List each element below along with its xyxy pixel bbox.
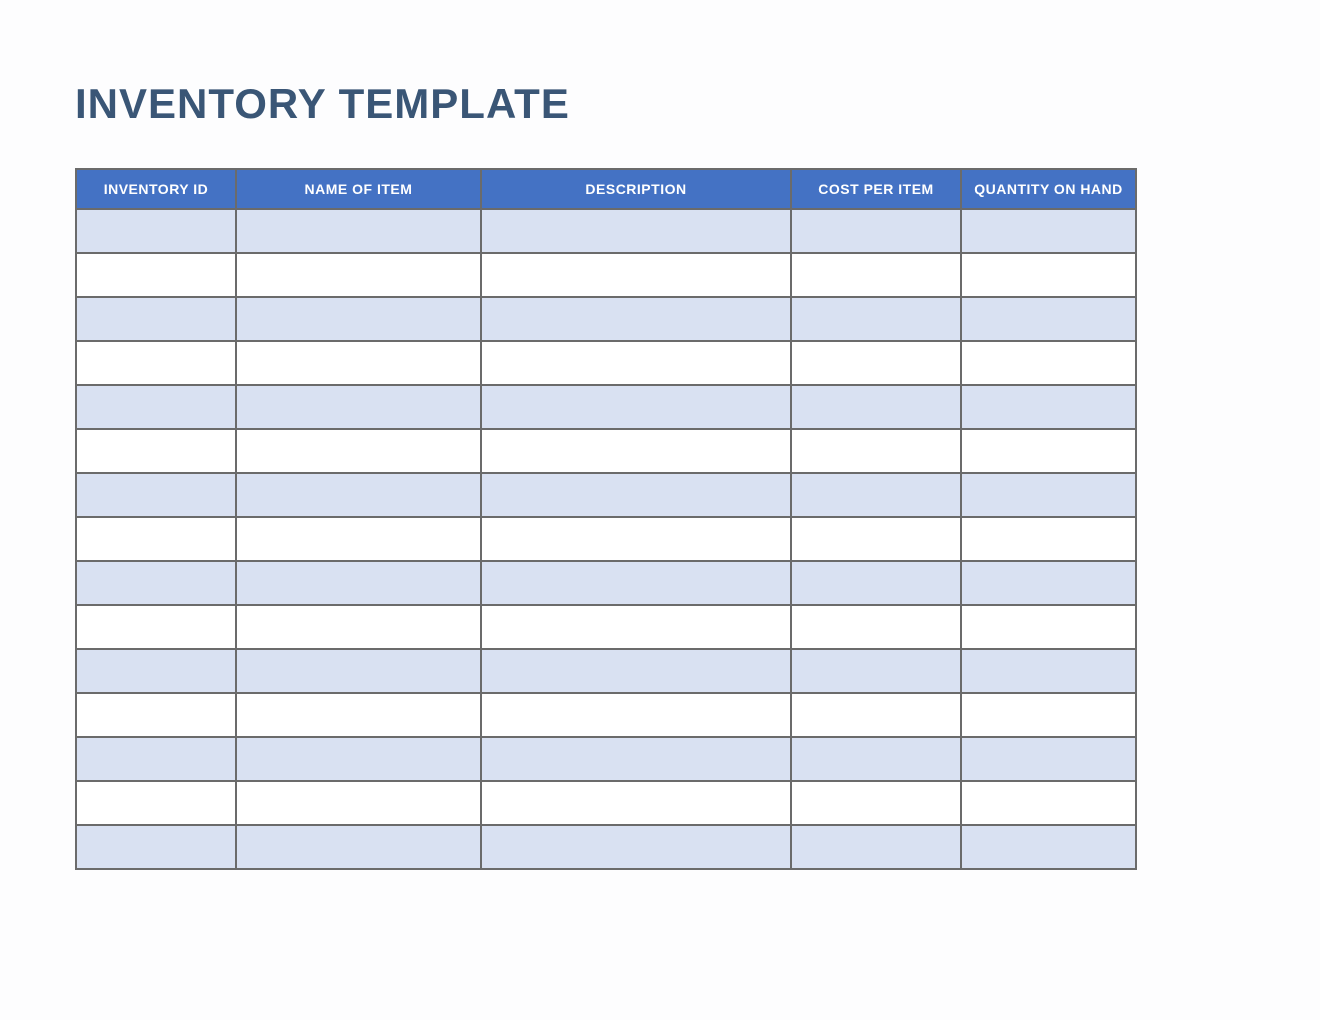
- cell-cost_per_item[interactable]: [791, 429, 961, 473]
- cell-cost_per_item[interactable]: [791, 649, 961, 693]
- cell-description[interactable]: [481, 209, 791, 253]
- table-row: [76, 385, 1136, 429]
- cell-cost_per_item[interactable]: [791, 253, 961, 297]
- cell-description[interactable]: [481, 561, 791, 605]
- cell-name_of_item[interactable]: [236, 693, 481, 737]
- cell-name_of_item[interactable]: [236, 209, 481, 253]
- cell-description[interactable]: [481, 253, 791, 297]
- cell-inventory_id[interactable]: [76, 341, 236, 385]
- cell-cost_per_item[interactable]: [791, 341, 961, 385]
- cell-description[interactable]: [481, 737, 791, 781]
- cell-quantity_on_hand[interactable]: [961, 781, 1136, 825]
- cell-quantity_on_hand[interactable]: [961, 341, 1136, 385]
- cell-cost_per_item[interactable]: [791, 209, 961, 253]
- cell-name_of_item[interactable]: [236, 341, 481, 385]
- cell-name_of_item[interactable]: [236, 297, 481, 341]
- cell-description[interactable]: [481, 297, 791, 341]
- cell-description[interactable]: [481, 649, 791, 693]
- col-header-description: DESCRIPTION: [481, 169, 791, 209]
- cell-description[interactable]: [481, 605, 791, 649]
- cell-inventory_id[interactable]: [76, 605, 236, 649]
- cell-description[interactable]: [481, 429, 791, 473]
- cell-inventory_id[interactable]: [76, 693, 236, 737]
- cell-quantity_on_hand[interactable]: [961, 825, 1136, 869]
- table-row: [76, 605, 1136, 649]
- table-row: [76, 209, 1136, 253]
- page-title: INVENTORY TEMPLATE: [75, 80, 1245, 128]
- cell-name_of_item[interactable]: [236, 825, 481, 869]
- cell-name_of_item[interactable]: [236, 385, 481, 429]
- cell-name_of_item[interactable]: [236, 429, 481, 473]
- cell-quantity_on_hand[interactable]: [961, 385, 1136, 429]
- cell-inventory_id[interactable]: [76, 429, 236, 473]
- table-row: [76, 781, 1136, 825]
- table-body: [76, 209, 1136, 869]
- cell-inventory_id[interactable]: [76, 649, 236, 693]
- cell-inventory_id[interactable]: [76, 385, 236, 429]
- cell-quantity_on_hand[interactable]: [961, 297, 1136, 341]
- cell-cost_per_item[interactable]: [791, 781, 961, 825]
- cell-cost_per_item[interactable]: [791, 473, 961, 517]
- col-header-quantity-on-hand: QUANTITY ON HAND: [961, 169, 1136, 209]
- col-header-cost-per-item: COST PER ITEM: [791, 169, 961, 209]
- cell-name_of_item[interactable]: [236, 517, 481, 561]
- cell-description[interactable]: [481, 473, 791, 517]
- table-row: [76, 561, 1136, 605]
- table-row: [76, 737, 1136, 781]
- table-row: [76, 693, 1136, 737]
- cell-inventory_id[interactable]: [76, 473, 236, 517]
- cell-inventory_id[interactable]: [76, 517, 236, 561]
- cell-quantity_on_hand[interactable]: [961, 209, 1136, 253]
- cell-cost_per_item[interactable]: [791, 825, 961, 869]
- cell-quantity_on_hand[interactable]: [961, 693, 1136, 737]
- cell-inventory_id[interactable]: [76, 781, 236, 825]
- cell-name_of_item[interactable]: [236, 253, 481, 297]
- cell-name_of_item[interactable]: [236, 473, 481, 517]
- cell-inventory_id[interactable]: [76, 209, 236, 253]
- cell-description[interactable]: [481, 341, 791, 385]
- table-row: [76, 825, 1136, 869]
- table-row: [76, 473, 1136, 517]
- table-row: [76, 429, 1136, 473]
- cell-description[interactable]: [481, 385, 791, 429]
- col-header-inventory-id: INVENTORY ID: [76, 169, 236, 209]
- table-row: [76, 649, 1136, 693]
- cell-quantity_on_hand[interactable]: [961, 737, 1136, 781]
- col-header-name-of-item: NAME OF ITEM: [236, 169, 481, 209]
- cell-inventory_id[interactable]: [76, 561, 236, 605]
- cell-description[interactable]: [481, 693, 791, 737]
- cell-cost_per_item[interactable]: [791, 737, 961, 781]
- cell-name_of_item[interactable]: [236, 781, 481, 825]
- table-row: [76, 253, 1136, 297]
- cell-cost_per_item[interactable]: [791, 385, 961, 429]
- cell-quantity_on_hand[interactable]: [961, 649, 1136, 693]
- table-header: INVENTORY ID NAME OF ITEM DESCRIPTION CO…: [76, 169, 1136, 209]
- cell-description[interactable]: [481, 781, 791, 825]
- cell-cost_per_item[interactable]: [791, 693, 961, 737]
- cell-quantity_on_hand[interactable]: [961, 429, 1136, 473]
- cell-quantity_on_hand[interactable]: [961, 605, 1136, 649]
- cell-inventory_id[interactable]: [76, 737, 236, 781]
- cell-quantity_on_hand[interactable]: [961, 561, 1136, 605]
- cell-inventory_id[interactable]: [76, 253, 236, 297]
- cell-inventory_id[interactable]: [76, 297, 236, 341]
- inventory-table: INVENTORY ID NAME OF ITEM DESCRIPTION CO…: [75, 168, 1137, 870]
- cell-quantity_on_hand[interactable]: [961, 473, 1136, 517]
- table-row: [76, 517, 1136, 561]
- cell-name_of_item[interactable]: [236, 561, 481, 605]
- cell-description[interactable]: [481, 517, 791, 561]
- cell-inventory_id[interactable]: [76, 825, 236, 869]
- cell-cost_per_item[interactable]: [791, 517, 961, 561]
- cell-cost_per_item[interactable]: [791, 561, 961, 605]
- cell-cost_per_item[interactable]: [791, 297, 961, 341]
- table-row: [76, 341, 1136, 385]
- cell-cost_per_item[interactable]: [791, 605, 961, 649]
- cell-quantity_on_hand[interactable]: [961, 253, 1136, 297]
- cell-description[interactable]: [481, 825, 791, 869]
- table-row: [76, 297, 1136, 341]
- cell-quantity_on_hand[interactable]: [961, 517, 1136, 561]
- cell-name_of_item[interactable]: [236, 605, 481, 649]
- cell-name_of_item[interactable]: [236, 737, 481, 781]
- cell-name_of_item[interactable]: [236, 649, 481, 693]
